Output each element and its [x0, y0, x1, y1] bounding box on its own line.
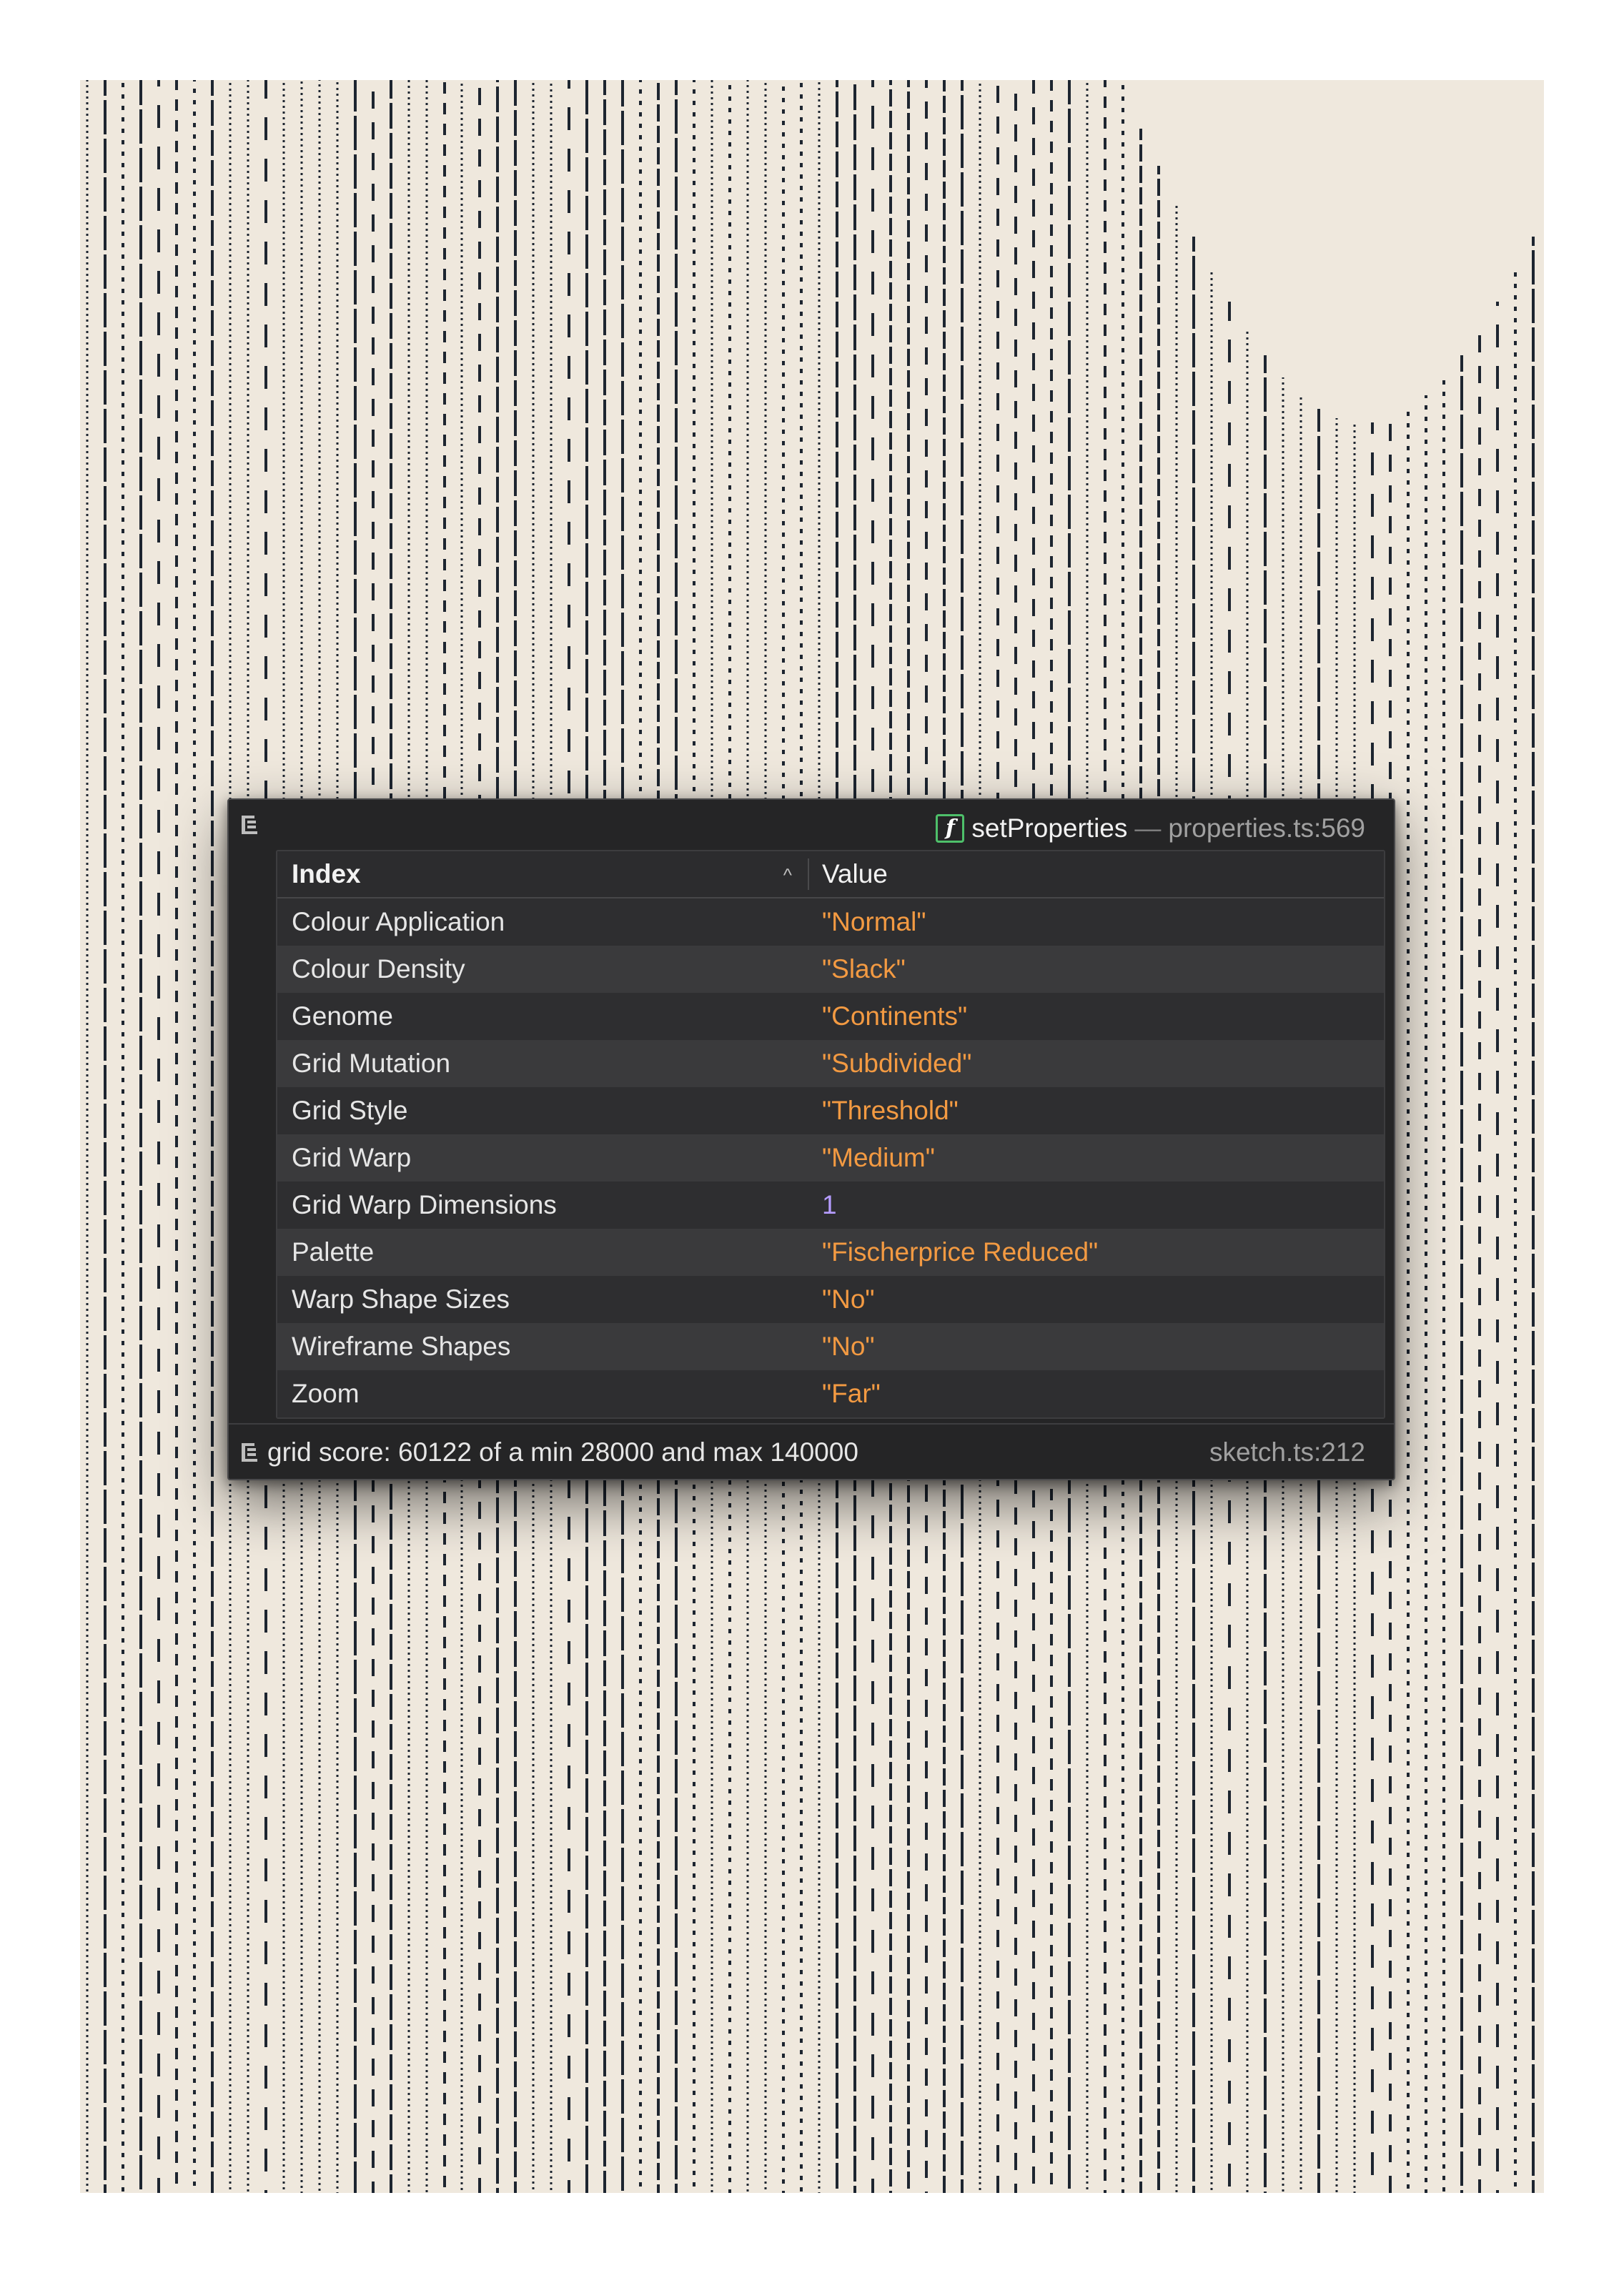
log-message: grid score: 60122 of a min 28000 and max… [267, 1437, 858, 1467]
row-value-cell: 1 [822, 1190, 837, 1219]
row-index-cell: Palette [292, 1237, 375, 1267]
row-index-cell: Grid Style [292, 1096, 408, 1125]
row-value-cell: "Subdivided" [822, 1049, 972, 1078]
sort-ascending-icon: ^ [783, 864, 792, 886]
table-body: Colour Application "Normal" Colour Density… [277, 898, 1384, 1417]
table-row[interactable]: Grid Mutation "Subdivided" [277, 1040, 1384, 1087]
row-value-cell: "Medium" [822, 1143, 935, 1172]
row-index-cell: Grid Mutation [292, 1049, 451, 1078]
table-row[interactable]: Warp Shape Sizes "No" [277, 1276, 1384, 1323]
row-value-cell: "No" [822, 1332, 875, 1361]
caller-separator: — [1134, 813, 1162, 843]
row-index-cell: Grid Warp [292, 1143, 412, 1172]
table-row[interactable]: Zoom "Far" [277, 1370, 1384, 1417]
function-icon: f [936, 814, 965, 843]
table-row[interactable]: Colour Density "Slack" [277, 946, 1384, 993]
index-column-header[interactable]: Index ^ [277, 858, 809, 890]
row-index-cell: Zoom [292, 1379, 360, 1408]
row-index-cell: Grid Warp Dimensions [292, 1190, 557, 1219]
source-location-link[interactable]: sketch.ts:212 [1209, 1437, 1365, 1467]
row-value-cell: "Far" [822, 1379, 881, 1408]
source-location-link[interactable]: properties.ts:569 [1168, 813, 1365, 843]
value-header-label: Value [822, 859, 888, 888]
row-value-cell: "Slack" [822, 954, 906, 984]
table-row[interactable]: Genome "Continents" [277, 993, 1384, 1040]
table-row[interactable]: Palette "Fischerprice Reduced" [277, 1229, 1384, 1276]
row-value-cell: "No" [822, 1284, 875, 1314]
console-log-entry: grid score: 60122 of a min 28000 and max… [229, 1423, 1394, 1480]
call-site[interactable]: f setProperties — properties.ts:569 [936, 811, 1365, 846]
table-row[interactable]: Wireframe Shapes "No" [277, 1323, 1384, 1370]
row-index-cell: Wireframe Shapes [292, 1332, 511, 1361]
index-header-label: Index [292, 859, 361, 888]
row-index-cell: Colour Application [292, 907, 505, 936]
table-row[interactable]: Colour Application "Normal" [277, 898, 1384, 946]
row-index-cell: Colour Density [292, 954, 465, 984]
console-log-panel: f setProperties — properties.ts:569 Inde… [227, 798, 1395, 1480]
table-header-row: Index ^ Value [277, 851, 1384, 898]
row-value-cell: "Threshold" [822, 1096, 959, 1125]
value-column-header[interactable]: Value [809, 859, 1384, 889]
row-index-cell: Genome [292, 1001, 393, 1031]
table-row[interactable]: Grid Style "Threshold" [277, 1087, 1384, 1134]
properties-table: Index ^ Value Colour Application "Normal"… [276, 850, 1385, 1419]
table-row[interactable]: Grid Warp "Medium" [277, 1134, 1384, 1182]
row-index-cell: Warp Shape Sizes [292, 1284, 510, 1314]
row-value-cell: "Continents" [822, 1001, 968, 1031]
table-row[interactable]: Grid Warp Dimensions 1 [277, 1182, 1384, 1229]
function-name: setProperties [971, 813, 1128, 843]
row-value-cell: "Fischerprice Reduced" [822, 1237, 1099, 1267]
row-value-cell: "Normal" [822, 907, 926, 936]
log-entry-icon [242, 1443, 257, 1462]
log-entry-icon [242, 816, 257, 834]
